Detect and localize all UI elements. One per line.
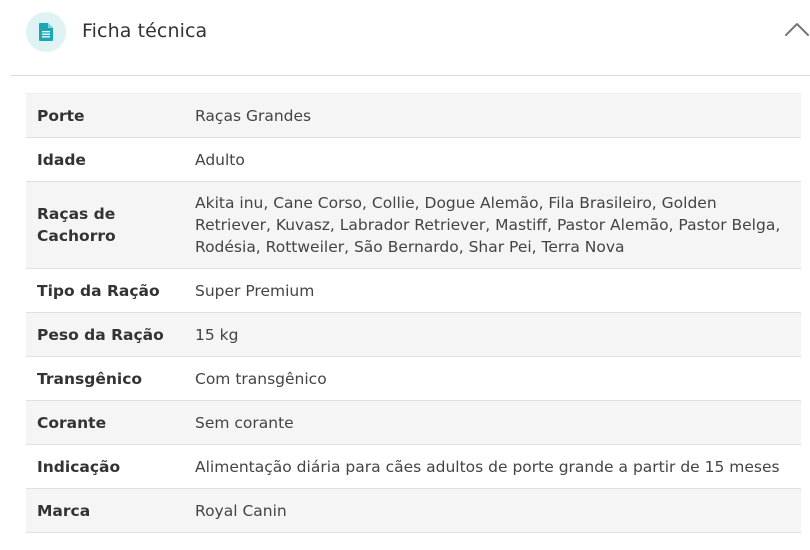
- spec-label: Indicação: [26, 444, 195, 489]
- table-row: Corante Sem corante: [26, 400, 801, 445]
- table-row: Porte Raças Grandes: [26, 93, 801, 138]
- table-row: Peso da Ração 15 kg: [26, 312, 801, 357]
- spec-value: 15 kg: [195, 312, 801, 357]
- spec-value: Com transgênico: [195, 356, 801, 401]
- spec-value: Alimentação diária para cães adultos de …: [195, 444, 801, 489]
- spec-label: Tipo da Ração: [26, 268, 195, 313]
- table-row: Raças de Cachorro Akita inu, Cane Corso,…: [26, 181, 801, 269]
- spec-value: Raças Grandes: [195, 93, 801, 138]
- section-header[interactable]: Ficha técnica: [10, 0, 810, 76]
- spec-label: Porte: [26, 93, 195, 138]
- table-row: Transgênico Com transgênico: [26, 356, 801, 401]
- spec-label: Marca: [26, 488, 195, 533]
- spec-label: Idade: [26, 137, 195, 182]
- table-row: Tipo da Ração Super Premium: [26, 268, 801, 313]
- technical-sheet-panel: Ficha técnica Porte Raças Grandes Idade …: [0, 0, 810, 550]
- document-icon: [26, 12, 66, 52]
- table-row: Idade Adulto: [26, 137, 801, 182]
- spec-value: Adulto: [195, 137, 801, 182]
- section-title: Ficha técnica: [82, 20, 208, 42]
- spec-value: Royal Canin: [195, 488, 801, 533]
- specs-table: Porte Raças Grandes Idade Adulto Raças d…: [26, 93, 801, 533]
- spec-label: Peso da Ração: [26, 312, 195, 357]
- table-row: Indicação Alimentação diária para cães a…: [26, 444, 801, 489]
- spec-label: Corante: [26, 400, 195, 445]
- spec-value: Super Premium: [195, 268, 801, 313]
- spec-label: Transgênico: [26, 356, 195, 401]
- table-row: Marca Royal Canin: [26, 488, 801, 533]
- chevron-up-icon[interactable]: [782, 18, 810, 42]
- spec-value: Akita inu, Cane Corso, Collie, Dogue Ale…: [195, 181, 801, 269]
- spec-label: Raças de Cachorro: [26, 181, 195, 269]
- spec-value: Sem corante: [195, 400, 801, 445]
